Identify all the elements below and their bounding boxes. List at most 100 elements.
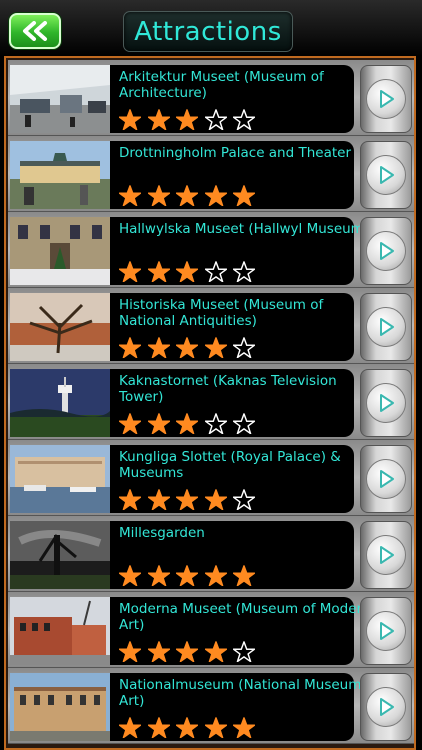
star-empty-icon: [230, 108, 259, 130]
star-filled-icon: [116, 640, 145, 662]
page-title-box: Attractions: [123, 11, 293, 52]
rating-stars: [116, 412, 259, 434]
open-attraction-button[interactable]: [360, 65, 412, 133]
play-arrow-icon: [366, 79, 406, 119]
attraction-thumbnail: [10, 597, 110, 665]
rating-stars: [116, 564, 259, 586]
star-empty-icon: [230, 260, 259, 282]
star-filled-icon: [173, 108, 202, 130]
star-filled-icon: [145, 184, 174, 206]
attractions-list-frame: Arkitektur Museet (Museum of Architectur…: [4, 56, 416, 750]
star-filled-icon: [202, 488, 231, 510]
attraction-row[interactable]: Moderna Museet (Museum of Modern Art): [8, 592, 414, 668]
attraction-info: Hallwylska Museet (Hallwyl Museum): [110, 217, 369, 285]
attraction-info: Nationalmuseum (National Museum of Art): [110, 673, 379, 741]
attraction-info: Moderna Museet (Museum of Modern Art): [110, 597, 370, 665]
attraction-name: Hallwylska Museet (Hallwyl Museum): [119, 221, 370, 237]
star-empty-icon: [230, 336, 259, 358]
star-filled-icon: [145, 108, 174, 130]
star-filled-icon: [173, 412, 202, 434]
star-filled-icon: [145, 260, 174, 282]
star-filled-icon: [202, 716, 231, 738]
attraction-name: Millesgarden: [119, 525, 205, 541]
back-button[interactable]: [9, 13, 61, 49]
attraction-thumbnail: [10, 445, 110, 513]
star-filled-icon: [116, 488, 145, 510]
star-filled-icon: [173, 564, 202, 586]
page-title: Attractions: [134, 16, 282, 47]
attraction-row[interactable]: Nationalmuseum (National Museum of Art): [8, 668, 414, 744]
attraction-thumbnail: [10, 521, 110, 589]
attractions-list: Arkitektur Museet (Museum of Architectur…: [8, 60, 414, 744]
rating-stars: [116, 640, 259, 662]
top-bar: Attractions: [0, 0, 422, 58]
star-empty-icon: [230, 488, 259, 510]
star-empty-icon: [202, 108, 231, 130]
star-filled-icon: [145, 488, 174, 510]
play-arrow-icon: [366, 611, 406, 651]
play-arrow-icon: [366, 687, 406, 727]
attraction-info: Arkitektur Museet (Museum of Architectur…: [110, 65, 354, 133]
attraction-name: Drottningholm Palace and Theater: [119, 145, 352, 161]
play-arrow-icon: [366, 383, 406, 423]
rating-stars: [116, 488, 259, 510]
attraction-name: Kungliga Slottet (Royal Palace) & Museum…: [119, 449, 341, 481]
attraction-thumbnail: [10, 217, 110, 285]
star-filled-icon: [202, 184, 231, 206]
play-arrow-icon: [366, 307, 406, 347]
attraction-name: Nationalmuseum (National Museum of Art): [119, 677, 379, 709]
star-empty-icon: [230, 412, 259, 434]
attraction-thumbnail: [10, 369, 110, 437]
double-chevron-left-icon: [23, 21, 47, 41]
star-filled-icon: [230, 716, 259, 738]
attraction-row[interactable]: Historiska Museet (Museum of National An…: [8, 288, 414, 364]
star-empty-icon: [230, 640, 259, 662]
star-filled-icon: [202, 564, 231, 586]
attraction-thumbnail: [10, 141, 110, 209]
play-arrow-icon: [366, 535, 406, 575]
star-filled-icon: [116, 564, 145, 586]
open-attraction-button[interactable]: [360, 369, 412, 437]
play-arrow-icon: [366, 459, 406, 499]
star-filled-icon: [145, 336, 174, 358]
rating-stars: [116, 108, 259, 130]
star-filled-icon: [116, 184, 145, 206]
open-attraction-button[interactable]: [360, 293, 412, 361]
attraction-name: Arkitektur Museet (Museum of Architectur…: [119, 69, 324, 101]
play-arrow-icon: [366, 155, 406, 195]
open-attraction-button[interactable]: [360, 673, 412, 741]
attraction-info: Drottningholm Palace and Theater: [110, 141, 354, 209]
open-attraction-button[interactable]: [360, 141, 412, 209]
attraction-info: Kungliga Slottet (Royal Palace) & Museum…: [110, 445, 354, 513]
star-filled-icon: [145, 716, 174, 738]
attraction-thumbnail: [10, 293, 110, 361]
star-filled-icon: [145, 412, 174, 434]
star-filled-icon: [145, 564, 174, 586]
rating-stars: [116, 184, 259, 206]
open-attraction-button[interactable]: [360, 217, 412, 285]
star-filled-icon: [116, 260, 145, 282]
star-filled-icon: [145, 640, 174, 662]
rating-stars: [116, 716, 259, 738]
star-filled-icon: [173, 716, 202, 738]
star-filled-icon: [202, 336, 231, 358]
star-empty-icon: [202, 412, 231, 434]
attraction-row[interactable]: Drottningholm Palace and Theater: [8, 136, 414, 212]
rating-stars: [116, 336, 259, 358]
attraction-row[interactable]: Arkitektur Museet (Museum of Architectur…: [8, 60, 414, 136]
attraction-row[interactable]: Kaknastornet (Kaknas Television Tower): [8, 364, 414, 440]
star-empty-icon: [202, 260, 231, 282]
star-filled-icon: [230, 184, 259, 206]
attraction-name: Kaknastornet (Kaknas Television Tower): [119, 373, 337, 405]
attraction-row[interactable]: Millesgarden: [8, 516, 414, 592]
star-filled-icon: [116, 412, 145, 434]
attraction-name: Historiska Museet (Museum of National An…: [119, 297, 324, 329]
attraction-row[interactable]: Kungliga Slottet (Royal Palace) & Museum…: [8, 440, 414, 516]
attraction-row[interactable]: Hallwylska Museet (Hallwyl Museum): [8, 212, 414, 288]
open-attraction-button[interactable]: [360, 521, 412, 589]
star-filled-icon: [230, 564, 259, 586]
star-filled-icon: [173, 260, 202, 282]
open-attraction-button[interactable]: [360, 445, 412, 513]
attraction-name: Moderna Museet (Museum of Modern Art): [119, 601, 371, 633]
open-attraction-button[interactable]: [360, 597, 412, 665]
